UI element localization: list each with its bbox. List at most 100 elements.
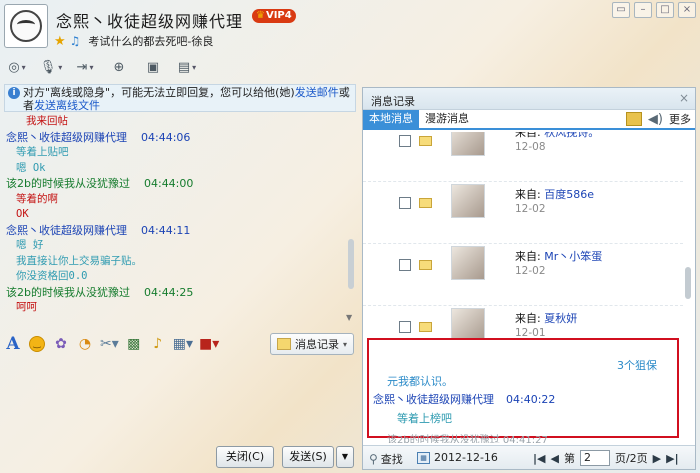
next-page-icon[interactable]: ▶: [653, 452, 661, 465]
send-file-icon[interactable]: ⇥ ▾: [72, 57, 98, 77]
tab-roaming-messages[interactable]: 漫游消息: [419, 110, 475, 128]
message-body: OK: [16, 208, 29, 220]
sender-name[interactable]: 该2b的时候我从没犹豫过: [6, 286, 130, 299]
pagination: |◀ ◀ 第 2 页/2页 ▶ ▶|: [533, 450, 679, 466]
message-time: 04:44:11: [141, 223, 191, 237]
more-link[interactable]: 更多: [669, 111, 691, 127]
chat-toolbar: ◎ ▾ 🎙 ▾ ⇥ ▾ ⊕ ▣ ▤ ▾: [4, 56, 200, 78]
send-email-link[interactable]: 发送邮件: [295, 86, 339, 99]
message-list: 来自: 秋风挽诗。 12-08 来自: 百度586e 12-02 来自: Mr丶小笨蛋 1…: [363, 132, 683, 362]
envelope-icon: [419, 260, 432, 270]
close-notice-icon[interactable]: ×: [341, 87, 351, 100]
sender-name[interactable]: 该2b的时候我从没犹豫过: [6, 177, 130, 190]
speaker-icon[interactable]: ◀): [648, 112, 663, 127]
send-button[interactable]: 发送(S): [282, 446, 334, 468]
remote-desktop-icon[interactable]: ▣: [140, 57, 166, 77]
envelope-icon: [419, 198, 432, 208]
date-picker[interactable]: ▦ 2012-12-16: [417, 451, 498, 464]
row-from: 来自: 秋风挽诗。: [515, 132, 599, 140]
find-button[interactable]: ⚲ 查找: [369, 451, 403, 467]
signature-row: ★ ♫ 考试什么的都去死吧-徐良: [54, 33, 213, 49]
gift-icon[interactable]: ■▾: [199, 334, 219, 354]
first-page-icon[interactable]: |◀: [533, 452, 545, 465]
music-icon[interactable]: ♪: [149, 334, 167, 354]
video-call-icon[interactable]: ◎ ▾: [4, 57, 30, 77]
window-controls: ▭ – □ ×: [612, 2, 696, 18]
message-row[interactable]: 来自: 秋风挽诗。 12-08: [363, 132, 683, 182]
sender-name[interactable]: 念熙丶收徒超级网赚代理: [6, 131, 127, 144]
message-body: 我来回帖: [26, 115, 68, 127]
screenshot-icon[interactable]: ✂▾: [100, 334, 119, 354]
send-options-button[interactable]: ▼: [336, 446, 354, 468]
message-header: 该2b的时候我从没犹豫过 04:44:25: [6, 285, 344, 301]
panel-scroll-thumb[interactable]: [685, 267, 691, 299]
from-prefix: 来自:: [515, 250, 545, 263]
tab-local-messages[interactable]: 本地消息: [363, 110, 419, 128]
apps-icon[interactable]: ▤ ▾: [174, 57, 200, 77]
star-icon[interactable]: ★: [54, 34, 66, 49]
magic-emoji-icon[interactable]: ✿: [52, 334, 70, 354]
message-input[interactable]: [4, 358, 356, 438]
offline-notice: i 对方"离线或隐身"，可能无法立即回复，您可以给他(她)发送邮件或者发送离线文…: [4, 84, 356, 112]
info-icon: i: [8, 87, 20, 99]
search-icon: ⚲: [369, 452, 378, 466]
send-offline-file-link[interactable]: 发送离线文件: [34, 99, 100, 112]
message-body: 呵呵: [16, 301, 37, 313]
crown-icon: ♛: [256, 10, 265, 21]
chat-scroll-thumb[interactable]: [348, 239, 354, 289]
page-prefix: 第: [563, 452, 575, 465]
image-icon[interactable]: ▩: [125, 334, 143, 354]
close-window-button[interactable]: ×: [678, 2, 696, 18]
panel-tools: ◀) 更多: [625, 111, 691, 127]
message-row[interactable]: 来自: 百度586e 12-02: [363, 184, 683, 244]
signature-text: 考试什么的都去死吧-徐良: [88, 35, 214, 48]
message-preview: 3个狙保 元我都认识。 念熙丶收徒超级网赚代理 04:40:22 等着上榜吧: [367, 338, 679, 438]
close-button[interactable]: 关闭(C): [216, 446, 274, 468]
skin-button[interactable]: ▭: [612, 2, 630, 18]
avatar[interactable]: [4, 4, 48, 48]
emoji-icon[interactable]: ‿: [29, 336, 45, 352]
vip-label: VIP4: [265, 10, 292, 21]
prev-page-icon[interactable]: ◀: [550, 452, 558, 465]
message-record-button[interactable]: 消息记录 ▾: [269, 333, 354, 355]
chat-scrollbar[interactable]: ▼: [346, 114, 356, 322]
font-icon[interactable]: A: [4, 334, 22, 354]
from-prefix: 来自:: [515, 188, 545, 201]
sender-name[interactable]: 念熙丶收徒超级网赚代理: [6, 224, 127, 237]
last-page-icon[interactable]: ▶|: [666, 452, 678, 465]
message-time: 04:44:06: [141, 130, 191, 144]
minimize-button[interactable]: –: [634, 2, 652, 18]
scroll-down-arrow-icon[interactable]: ▼: [346, 313, 352, 322]
row-checkbox[interactable]: [399, 259, 411, 271]
message-header: 念熙丶收徒超级网赚代理 04:44:06: [6, 130, 344, 146]
sender-avatar[interactable]: [451, 184, 485, 218]
row-checkbox[interactable]: [399, 321, 411, 333]
close-panel-icon[interactable]: ×: [679, 91, 689, 105]
sender-avatar[interactable]: [451, 308, 485, 342]
voice-call-icon[interactable]: 🎙 ▾: [38, 57, 64, 77]
row-checkbox[interactable]: [399, 135, 411, 147]
message-body: 你没资格回0.0: [16, 270, 88, 282]
sender-avatar[interactable]: [451, 132, 485, 156]
message-row[interactable]: 来自: Mr丶小笨蛋 12-02: [363, 246, 683, 306]
page-number-input[interactable]: 2: [579, 450, 610, 466]
more-tools-icon[interactable]: ▦▾: [173, 334, 193, 354]
shake-icon[interactable]: ◔: [76, 334, 94, 354]
message-body: 嗯 Ok: [16, 161, 46, 174]
row-sender[interactable]: 秋风挽诗。: [544, 132, 599, 139]
vip-badge[interactable]: ♛VIP4: [252, 9, 296, 23]
row-date: 12-02: [515, 265, 546, 277]
row-checkbox[interactable]: [399, 197, 411, 209]
message-record-icon: [276, 338, 291, 350]
message-body: 等着上贴吧: [16, 146, 69, 158]
row-sender[interactable]: 百度586e: [544, 188, 594, 201]
panel-scrollbar[interactable]: [683, 132, 693, 362]
sender-avatar[interactable]: [451, 246, 485, 280]
music-note-icon[interactable]: ♫: [70, 34, 81, 48]
maximize-button[interactable]: □: [656, 2, 674, 18]
row-sender[interactable]: 夏秋妍: [544, 312, 577, 325]
row-sender[interactable]: Mr丶小笨蛋: [544, 250, 602, 263]
page-suffix: 页/2页: [614, 452, 648, 465]
add-member-icon[interactable]: ⊕: [106, 57, 132, 77]
export-icon[interactable]: [625, 112, 642, 126]
